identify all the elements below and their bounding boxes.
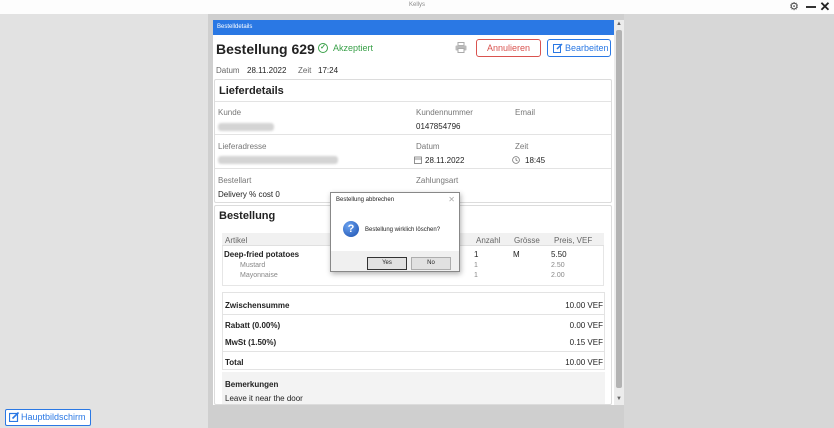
no-button[interactable]: No	[411, 257, 451, 270]
edit-icon	[553, 43, 563, 53]
discount-label: Rabatt (0.00%)	[225, 321, 281, 330]
item-name: Deep-fried potatoes	[224, 250, 300, 259]
order-type-value: Delivery % cost 0	[218, 190, 280, 199]
col-size: Grösse	[514, 236, 540, 245]
yes-button[interactable]: Yes	[367, 257, 407, 270]
item-qty: 1	[474, 250, 479, 259]
delivery-date-value: 28.11.2022	[425, 156, 465, 165]
window-title: Kellys	[408, 2, 425, 8]
confirm-dialog-title: Bestellung abbrechen	[336, 197, 395, 203]
divider	[223, 351, 604, 352]
extra-name: Mustard	[240, 262, 266, 269]
delivery-title: Lieferdetails	[219, 85, 284, 97]
col-qty: Anzahl	[476, 236, 501, 245]
divider	[215, 134, 611, 135]
order-date-label: Datum	[216, 66, 240, 75]
edit-icon	[9, 412, 19, 422]
scroll-down-arrow[interactable]: ▼	[614, 395, 624, 404]
subtotal-label: Zwischensumme	[225, 301, 290, 310]
items-title: Bestellung	[219, 210, 276, 222]
close-icon[interactable]: ✕	[448, 195, 455, 204]
printer-icon[interactable]	[455, 42, 467, 53]
order-time-value: 17:24	[318, 66, 339, 75]
cancel-order-button[interactable]: Annulieren	[476, 39, 541, 57]
divider	[215, 168, 611, 169]
delivery-date-label: Datum	[416, 142, 440, 151]
edit-order-button[interactable]: Bearbeiten	[547, 39, 611, 57]
order-status: Akzeptiert	[333, 43, 374, 53]
left-pane	[0, 14, 208, 428]
discount-value: 0.00 VEF	[569, 321, 603, 330]
minimize-icon[interactable]	[806, 6, 816, 8]
close-icon[interactable]: ✕	[818, 0, 832, 14]
delivery-time-value: 18:45	[525, 156, 546, 165]
scroll-up-arrow[interactable]: ▲	[614, 20, 624, 29]
vat-value: 0.15 VEF	[569, 338, 603, 347]
home-screen-label: Hauptbildschirm	[21, 412, 86, 422]
item-price: 5.50	[551, 250, 567, 259]
customer-number-label: Kundennummer	[416, 108, 473, 117]
notes-label: Bemerkungen	[225, 380, 279, 389]
clock-icon	[512, 156, 520, 164]
extra-price: 2.50	[551, 262, 565, 269]
scrollbar-thumb[interactable]	[616, 30, 622, 388]
gear-icon[interactable]: ⚙	[788, 1, 800, 13]
order-time-label: Zeit	[298, 66, 312, 75]
address-redacted	[218, 156, 338, 164]
edit-order-label: Bearbeiten	[565, 43, 609, 53]
right-pane	[624, 14, 834, 428]
check-circle-icon: ✓	[318, 43, 328, 53]
subtotal-value: 10.00 VEF	[565, 301, 603, 310]
delivery-time-label: Zeit	[515, 142, 529, 151]
order-date-value: 28.11.2022	[247, 66, 287, 75]
address-label: Lieferadresse	[218, 142, 267, 151]
extra-qty: 1	[474, 272, 478, 279]
email-label: Email	[515, 108, 536, 117]
order-type-label: Bestellart	[218, 176, 252, 185]
delivery-panel	[214, 79, 612, 203]
notes-value: Leave it near the door	[225, 394, 303, 403]
home-screen-button[interactable]: Hauptbildschirm	[5, 409, 91, 426]
dialog-header: Bestelldetails	[213, 20, 614, 35]
item-size: M	[513, 250, 520, 259]
extra-name: Mayonnaise	[240, 272, 278, 279]
extra-qty: 1	[474, 262, 478, 269]
confirm-dialog-titlebar: Bestellung abbrechen ✕	[331, 193, 459, 207]
confirm-dialog: Bestellung abbrechen ✕ ? Bestellung wirk…	[330, 192, 460, 272]
divider	[223, 314, 604, 315]
customer-label: Kunde	[218, 108, 242, 117]
calendar-icon	[414, 156, 422, 164]
confirm-dialog-message: Bestellung wirklich löschen?	[365, 227, 441, 233]
customer-number-value: 0147854796	[416, 122, 461, 131]
order-title: Bestellung 629	[216, 41, 315, 57]
col-price: Preis, VEF	[554, 236, 593, 245]
payment-label: Zahlungsart	[416, 176, 459, 185]
window-titlebar: Kellys ⚙ ✕	[0, 0, 834, 14]
extra-price: 2.00	[551, 272, 565, 279]
question-icon: ?	[343, 221, 359, 237]
divider	[215, 101, 611, 102]
vat-label: MwSt (1.50%)	[225, 338, 277, 347]
col-article: Artikel	[225, 236, 248, 245]
total-value: 10.00 VEF	[565, 358, 603, 367]
customer-name-redacted	[218, 123, 274, 131]
total-label: Total	[225, 358, 244, 367]
